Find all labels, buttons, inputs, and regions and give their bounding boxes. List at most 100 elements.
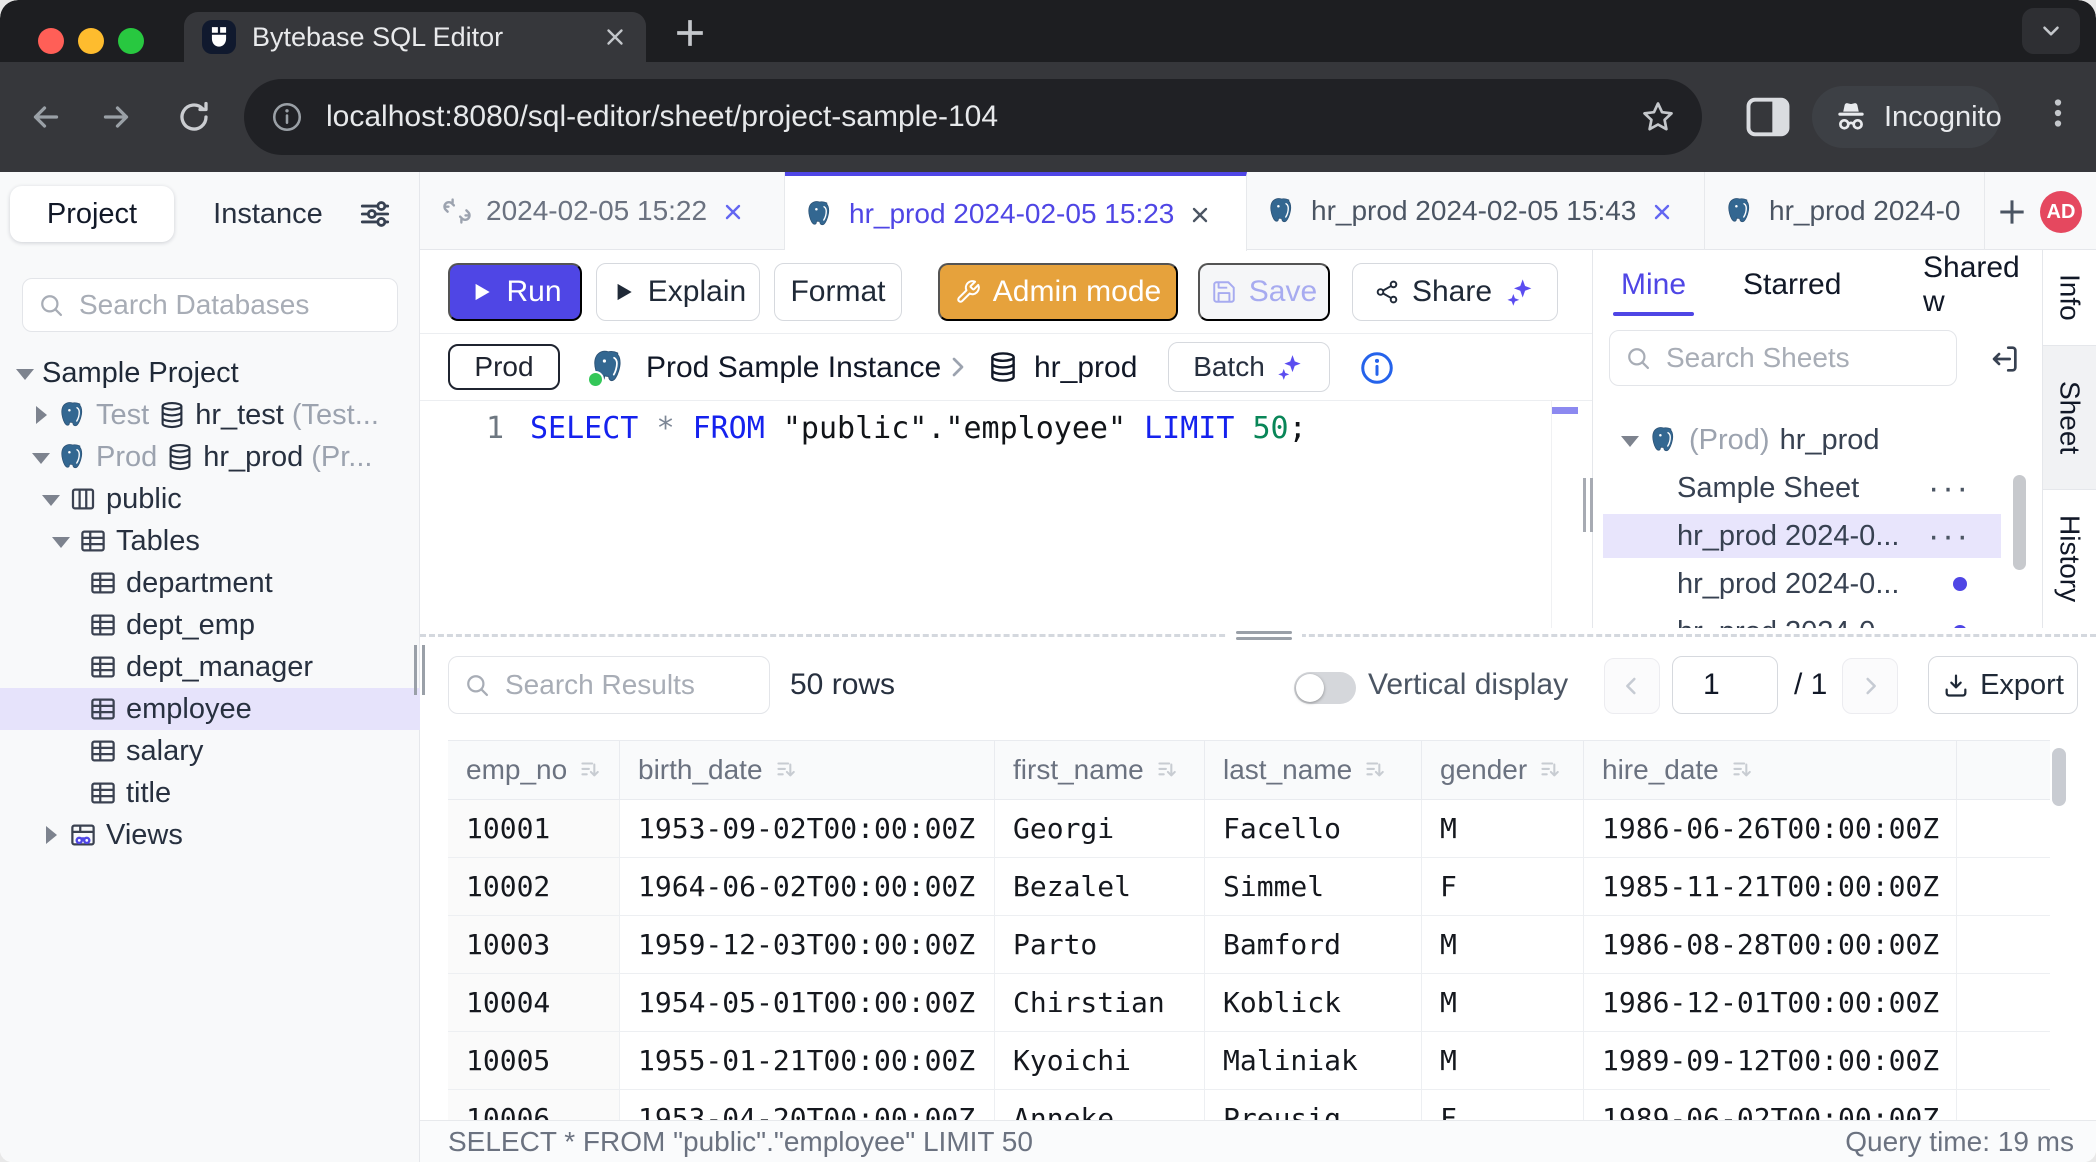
tree-item-employee[interactable]: employee [0, 688, 420, 730]
results-search[interactable] [448, 656, 770, 714]
table-cell[interactable] [1957, 974, 2050, 1031]
rail-tab-info[interactable]: Info [2043, 250, 2096, 346]
table-cell[interactable]: 1954-05-01T00:00:00Z [620, 974, 995, 1031]
tab-search-chevron-icon[interactable] [2022, 8, 2080, 54]
column-header-gender[interactable]: gender [1422, 741, 1584, 799]
tree-item-title[interactable]: title [0, 772, 420, 814]
column-header-first-name[interactable]: first_name [995, 741, 1205, 799]
batch-button[interactable]: Batch [1168, 342, 1330, 392]
sheet-item-hr-prod-2024-0[interactable]: hr_prod 2024-0... [1603, 562, 2001, 606]
table-cell[interactable]: 10004 [448, 974, 620, 1031]
admin-mode-button[interactable]: Admin mode [938, 263, 1178, 321]
tab-starred[interactable]: Starred [1743, 258, 1841, 312]
format-button[interactable]: Format [774, 263, 902, 321]
table-cell[interactable]: Bamford [1205, 916, 1422, 973]
page-number-input[interactable] [1672, 656, 1778, 714]
table-cell[interactable]: Facello [1205, 800, 1422, 857]
editor-tab-hr-prod-2024-0[interactable]: hr_prod 2024-0 [1705, 172, 1985, 250]
column-header-last-name[interactable]: last_name [1205, 741, 1422, 799]
close-tab-icon[interactable] [1188, 202, 1212, 226]
filter-sliders-icon[interactable] [356, 195, 394, 233]
database-name[interactable]: hr_prod [1034, 334, 1137, 401]
sort-icon[interactable] [1154, 757, 1180, 783]
close-window-button[interactable] [38, 28, 64, 54]
table-cell[interactable]: M [1422, 974, 1584, 1031]
table-cell[interactable]: 1953-09-02T00:00:00Z [620, 800, 995, 857]
forward-icon[interactable] [98, 99, 134, 135]
new-tab-button[interactable] [668, 11, 712, 55]
tree-item-sample-project[interactable]: Sample Project [0, 352, 420, 394]
table-cell[interactable]: M [1422, 800, 1584, 857]
browser-menu-icon[interactable] [2040, 95, 2076, 139]
editor-scrollbar[interactable] [1551, 401, 1578, 628]
sheet-search[interactable] [1609, 330, 1957, 386]
table-cell[interactable]: Parto [995, 916, 1205, 973]
side-panel-icon[interactable] [1742, 91, 1794, 143]
export-button[interactable]: Export [1928, 656, 2078, 714]
table-cell[interactable] [1957, 1090, 2050, 1120]
sql-statement[interactable]: SELECT * FROM "public"."employee" LIMIT … [530, 411, 1307, 446]
sort-icon[interactable] [1537, 757, 1563, 783]
table-cell[interactable]: M [1422, 916, 1584, 973]
column-header-birth-date[interactable]: birth_date [620, 741, 995, 799]
url-text[interactable]: localhost:8080/sql-editor/sheet/project-… [326, 100, 1640, 134]
tree-item-hr-prod[interactable]: Prodhr_prod(Pr... [0, 436, 420, 478]
share-button[interactable]: Share [1352, 263, 1558, 321]
column-header-hire-date[interactable]: hire_date [1584, 741, 1957, 799]
sort-icon[interactable] [773, 757, 799, 783]
tree-item-dept-manager[interactable]: dept_manager [0, 646, 420, 688]
table-cell[interactable]: Georgi [995, 800, 1205, 857]
collapse-panel-icon[interactable] [1987, 342, 2021, 376]
table-cell[interactable]: 1986-08-28T00:00:00Z [1584, 916, 1957, 973]
minimize-window-button[interactable] [78, 28, 104, 54]
browser-tab[interactable]: Bytebase SQL Editor [184, 12, 646, 62]
prev-page-button[interactable] [1604, 658, 1660, 714]
tab-mine[interactable]: Mine [1621, 258, 1686, 312]
table-cell[interactable]: F [1422, 858, 1584, 915]
sheet-item-sample-sheet[interactable]: Sample Sheet··· [1603, 466, 2001, 510]
tree-item-department[interactable]: department [0, 562, 420, 604]
close-tab-icon[interactable] [1650, 199, 1674, 223]
results-resize-divider[interactable] [420, 628, 2096, 642]
editor-tab-hr-prod-2024-02-05-15-23[interactable]: hr_prod 2024-02-05 15:23 [785, 172, 1247, 251]
sheet-item-hr-prod-2024-0[interactable]: hr_prod 2024-0 [1603, 610, 2001, 628]
sort-icon[interactable] [577, 757, 603, 783]
save-button[interactable]: Save [1198, 263, 1330, 321]
table-cell[interactable] [1957, 1032, 2050, 1089]
column-header-emp-no[interactable]: emp_no [448, 741, 620, 799]
sql-editor[interactable]: 1 SELECT * FROM "public"."employee" LIMI… [420, 401, 1592, 628]
run-button[interactable]: Run [448, 263, 582, 321]
vertical-display-toggle[interactable] [1294, 672, 1356, 704]
table-cell[interactable]: 10003 [448, 916, 620, 973]
avatar[interactable]: AD [2040, 191, 2082, 233]
close-tab-icon[interactable] [602, 24, 628, 50]
tree-item-public[interactable]: public [0, 478, 420, 520]
rail-tab-sheet[interactable]: Sheet [2043, 346, 2096, 490]
table-cell[interactable]: M [1422, 1032, 1584, 1089]
back-icon[interactable] [28, 99, 64, 135]
table-row[interactable]: 100031959-12-03T00:00:00ZPartoBamfordM19… [448, 916, 2050, 974]
table-cell[interactable]: Kyoichi [995, 1032, 1205, 1089]
rail-tab-history[interactable]: History [2043, 490, 2096, 627]
tab-project[interactable]: Project [10, 186, 174, 242]
table-cell[interactable]: 1959-12-03T00:00:00Z [620, 916, 995, 973]
table-cell[interactable]: 1986-12-01T00:00:00Z [1584, 974, 1957, 1031]
table-cell[interactable]: Anneke [995, 1090, 1205, 1120]
search-databases-input[interactable] [77, 288, 383, 322]
sort-icon[interactable] [1729, 757, 1755, 783]
explain-button[interactable]: Explain [596, 263, 760, 321]
table-cell[interactable]: Chirstian [995, 974, 1205, 1031]
tab-shared-with-me[interactable]: Shared w [1923, 258, 2042, 312]
table-cell[interactable]: F [1422, 1090, 1584, 1120]
table-cell[interactable]: 1989-06-02T00:00:00Z [1584, 1090, 1957, 1120]
search-sheets-input[interactable] [1664, 341, 1942, 375]
table-cell[interactable]: 1953-04-20T00:00:00Z [620, 1090, 995, 1120]
table-cell[interactable]: Maliniak [1205, 1032, 1422, 1089]
table-cell[interactable]: Koblick [1205, 974, 1422, 1031]
table-row[interactable]: 100041954-05-01T00:00:00ZChirstianKoblic… [448, 974, 2050, 1032]
sheet-item-hr-prod-2024-0[interactable]: hr_prod 2024-0...··· [1603, 514, 2001, 558]
table-cell[interactable]: Bezalel [995, 858, 1205, 915]
table-cell[interactable] [1957, 916, 2050, 973]
sheet-scrollbar[interactable] [2013, 475, 2026, 570]
panel-resize-handle[interactable] [1583, 478, 1595, 532]
